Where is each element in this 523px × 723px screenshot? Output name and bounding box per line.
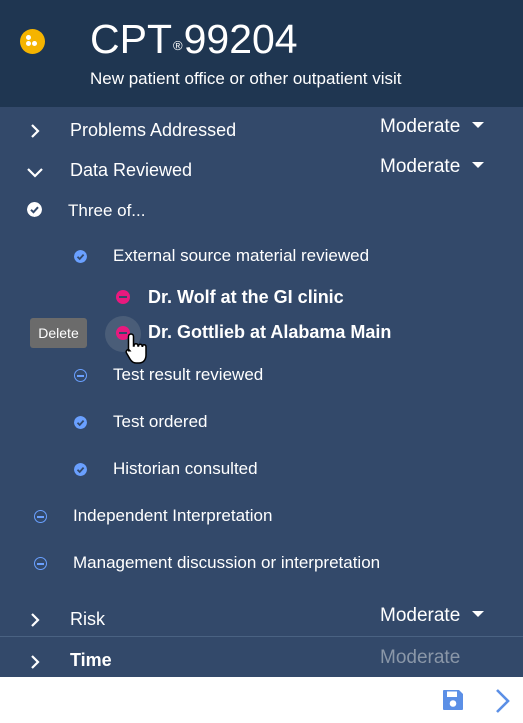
chevron-right-icon[interactable] bbox=[28, 613, 42, 627]
caret-down-icon bbox=[472, 161, 485, 168]
delete-tooltip: Delete bbox=[30, 318, 87, 348]
problems-level-dropdown[interactable]: Moderate bbox=[380, 115, 485, 139]
group-label: Three of... bbox=[68, 201, 146, 220]
risk-level-dropdown[interactable]: Moderate bbox=[380, 604, 485, 628]
divider bbox=[0, 636, 523, 637]
item-historian: Historian consulted bbox=[113, 459, 258, 478]
data-level-dropdown[interactable]: Moderate bbox=[380, 155, 485, 179]
item-management-discussion: Management discussion or interpretation bbox=[73, 553, 381, 572]
item-test-result: Test result reviewed bbox=[113, 365, 264, 384]
chevron-right-icon[interactable] bbox=[494, 688, 512, 714]
code-number: 99204 bbox=[183, 16, 298, 62]
delete-source-icon[interactable] bbox=[116, 290, 130, 304]
caret-down-icon bbox=[472, 121, 485, 128]
caret-down-icon bbox=[472, 610, 485, 617]
check-circle-icon[interactable] bbox=[74, 416, 87, 429]
section-risk-label[interactable]: Risk bbox=[70, 608, 105, 630]
section-problems-label[interactable]: Problems Addressed bbox=[70, 119, 236, 141]
minus-circle-icon[interactable] bbox=[34, 510, 47, 523]
section-data-label[interactable]: Data Reviewed bbox=[70, 159, 192, 181]
check-circle-icon[interactable] bbox=[27, 202, 42, 217]
registered-mark: ® bbox=[173, 38, 183, 53]
source-item: Dr. Wolf at the GI clinic bbox=[148, 287, 344, 307]
problems-level-value: Moderate bbox=[380, 116, 461, 137]
source-item: Dr. Gottlieb at Alabama Main bbox=[148, 322, 392, 342]
page-title: CPT®99204 bbox=[90, 14, 298, 74]
minus-circle-icon[interactable] bbox=[34, 557, 47, 570]
header: CPT®99204 New patient office or other ou… bbox=[0, 0, 523, 107]
section-time-label[interactable]: Time bbox=[70, 649, 112, 671]
check-circle-icon[interactable] bbox=[74, 250, 87, 263]
page-subtitle: New patient office or other outpatient v… bbox=[90, 69, 402, 88]
coding-panel: CPT®99204 New patient office or other ou… bbox=[0, 0, 523, 677]
data-level-value: Moderate bbox=[380, 156, 461, 177]
risk-level-value: Moderate bbox=[380, 605, 461, 626]
chevron-down-icon[interactable] bbox=[27, 165, 43, 179]
save-icon[interactable] bbox=[441, 688, 465, 712]
chevron-right-icon[interactable] bbox=[28, 655, 42, 669]
dots-logo-icon bbox=[20, 29, 45, 54]
item-test-ordered: Test ordered bbox=[113, 412, 208, 431]
item-independent-interpretation: Independent Interpretation bbox=[73, 506, 273, 525]
time-level-value: Moderate bbox=[380, 647, 461, 668]
chevron-right-icon[interactable] bbox=[28, 124, 42, 138]
item-external-source: External source material reviewed bbox=[113, 246, 370, 265]
check-circle-icon[interactable] bbox=[74, 463, 87, 476]
minus-circle-icon[interactable] bbox=[74, 369, 87, 382]
hand-cursor-icon bbox=[125, 333, 147, 364]
code-prefix: CPT bbox=[90, 16, 172, 62]
